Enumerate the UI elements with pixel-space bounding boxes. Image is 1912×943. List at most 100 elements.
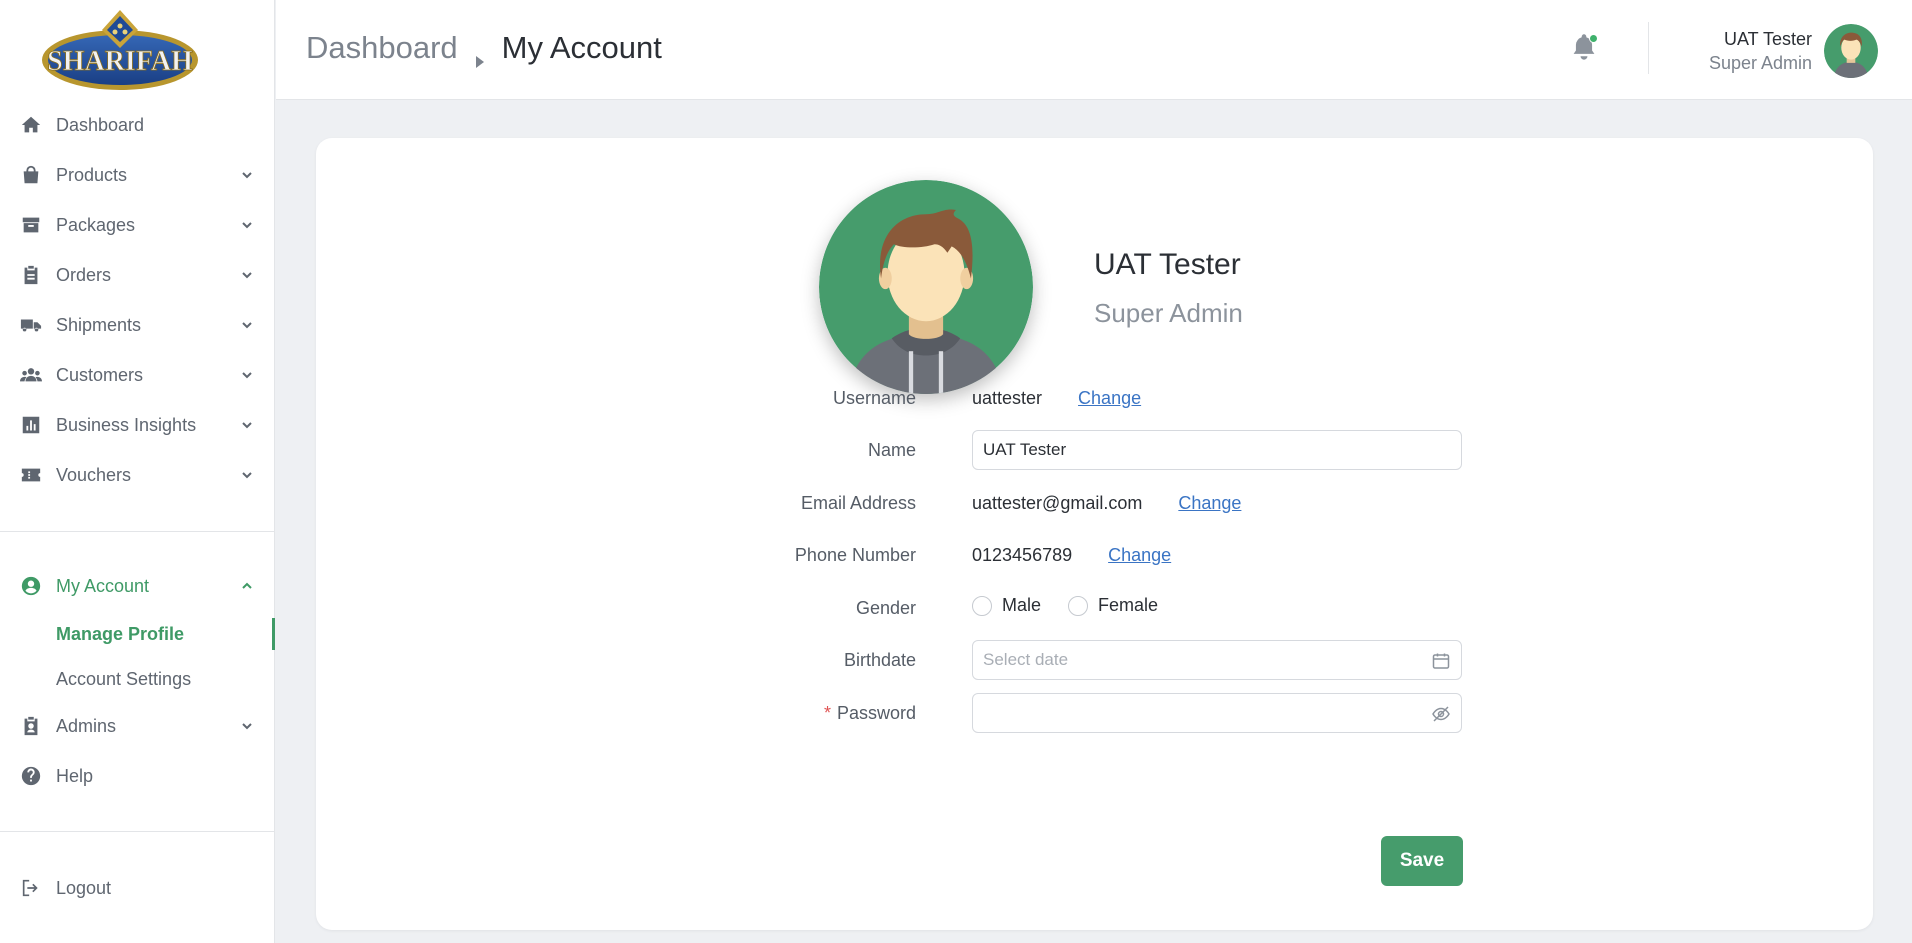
- sidebar-item-my-account[interactable]: My Account: [0, 566, 275, 606]
- email-value-wrap: uattester@gmail.com Change: [972, 493, 1241, 514]
- logo-text: SHARIFAH: [47, 46, 193, 77]
- email-value: uattester@gmail.com: [972, 492, 1143, 513]
- sidebar-item-logout[interactable]: Logout: [0, 868, 275, 908]
- change-username-link[interactable]: Change: [1078, 388, 1141, 408]
- gender-row: Gender Male Female: [316, 588, 1873, 628]
- sidebar-item-label: Logout: [56, 877, 112, 898]
- breadcrumb: Dashboard My Account: [306, 30, 662, 68]
- name-input[interactable]: UAT Tester: [972, 430, 1462, 470]
- sidebar-subitem-label: Manage Profile: [56, 623, 185, 644]
- logout-icon: [20, 877, 42, 899]
- username-value: uattester: [972, 387, 1043, 408]
- radio-circle: [1068, 595, 1089, 616]
- sidebar-item-label: Admins: [56, 715, 117, 736]
- birthdate-row: Birthdate Select date: [316, 640, 1873, 680]
- notification-dot: [1589, 34, 1598, 43]
- gender-label: Gender: [855, 597, 916, 618]
- sidebar-item-label: Products: [56, 164, 128, 185]
- gender-male-radio[interactable]: Male: [972, 595, 1041, 616]
- profile-name: UAT Tester: [1094, 248, 1241, 281]
- gender-options: Male Female: [972, 595, 1180, 621]
- sidebar-item-help[interactable]: Help: [0, 756, 275, 796]
- gender-male-label: Male: [1002, 595, 1042, 616]
- header-user-name: UAT Tester: [1723, 29, 1812, 49]
- chevron-down-icon: [239, 217, 255, 233]
- username-label: Username: [832, 387, 916, 408]
- change-phone-link[interactable]: Change: [1108, 545, 1171, 565]
- sidebar-subitem-account-settings[interactable]: Account Settings: [0, 659, 275, 699]
- notification-bell-button[interactable]: [1570, 32, 1600, 64]
- id-badge-icon: [20, 715, 42, 737]
- chevron-down-icon: [239, 417, 255, 433]
- calendar-icon[interactable]: [1431, 651, 1451, 671]
- header-user-info[interactable]: UAT Tester Super Admin: [1709, 27, 1812, 75]
- breadcrumb-current: My Account: [501, 30, 662, 65]
- sidebar-item-label: Vouchers: [56, 464, 132, 485]
- chevron-down-icon: [239, 317, 255, 333]
- sidebar-item-orders[interactable]: Orders: [0, 255, 275, 295]
- sharifah-logo[interactable]: SHARIFAH: [40, 8, 200, 92]
- sidebar: SHARIFAH Dashboard Products Packages Ord…: [0, 0, 275, 943]
- sidebar-item-business-insights[interactable]: Business Insights: [0, 405, 275, 445]
- chevron-down-icon: [239, 167, 255, 183]
- sidebar-item-label: Dashboard: [56, 114, 145, 135]
- phone-label: Phone Number: [794, 544, 916, 565]
- phone-value-wrap: 0123456789 Change: [972, 545, 1171, 566]
- sidebar-item-packages[interactable]: Packages: [0, 205, 275, 245]
- password-row: * Password: [316, 693, 1873, 733]
- radio-circle: [972, 595, 992, 616]
- chevron-down-icon: [239, 467, 255, 483]
- profile-avatar[interactable]: [819, 180, 1033, 394]
- sidebar-item-customers[interactable]: Customers: [0, 355, 275, 395]
- password-label: Password: [836, 702, 916, 723]
- home-icon: [20, 114, 42, 136]
- sidebar-item-shipments[interactable]: Shipments: [0, 305, 275, 345]
- ticket-icon: [20, 464, 42, 486]
- sidebar-item-label: Customers: [56, 364, 144, 385]
- clipboard-icon: [20, 264, 42, 286]
- chevron-up-icon: [239, 578, 255, 594]
- shopping-bag-icon: [20, 164, 42, 186]
- email-row: Email Address uattester@gmail.com Change: [316, 483, 1873, 523]
- chevron-down-icon: [239, 367, 255, 383]
- birthdate-placeholder: Select date: [983, 650, 1069, 669]
- gender-female-radio[interactable]: Female: [1068, 595, 1158, 616]
- sidebar-item-label: Help: [56, 765, 94, 786]
- birthdate-label: Birthdate: [843, 649, 916, 670]
- profile-card: UAT Tester Super Admin Username uatteste…: [316, 138, 1873, 930]
- password-input[interactable]: [972, 693, 1462, 733]
- eye-slash-icon[interactable]: [1431, 704, 1451, 724]
- change-email-link[interactable]: Change: [1178, 493, 1241, 513]
- phone-row: Phone Number 0123456789 Change: [316, 535, 1873, 575]
- password-label-wrap: * Password: [824, 703, 916, 724]
- email-label: Email Address: [800, 492, 916, 513]
- question-circle-icon: [20, 765, 42, 787]
- phone-value: 0123456789: [972, 544, 1073, 565]
- sidebar-item-label: Packages: [56, 214, 136, 235]
- sidebar-item-label: Shipments: [56, 314, 142, 335]
- header-user-role: Super Admin: [1708, 53, 1812, 73]
- save-button[interactable]: Save: [1381, 836, 1463, 886]
- caret-right-icon: [474, 41, 486, 68]
- sidebar-item-label: Orders: [56, 264, 112, 285]
- sidebar-item-dashboard[interactable]: Dashboard: [0, 105, 275, 145]
- sidebar-item-products[interactable]: Products: [0, 155, 275, 195]
- chart-bar-icon: [20, 414, 42, 436]
- sidebar-subitem-manage-profile[interactable]: Manage Profile: [0, 614, 275, 654]
- chevron-down-icon: [239, 718, 255, 734]
- breadcrumb-dashboard[interactable]: Dashboard: [306, 30, 458, 66]
- sidebar-item-admins[interactable]: Admins: [0, 706, 275, 746]
- sidebar-divider: [0, 831, 275, 832]
- sidebar-item-label: My Account: [56, 575, 150, 596]
- username-row: Username uattester Change: [316, 378, 1873, 418]
- header-divider: [1648, 22, 1649, 74]
- users-icon: [20, 364, 42, 386]
- gender-female-label: Female: [1098, 595, 1159, 616]
- username-value-wrap: uattester Change: [972, 388, 1141, 409]
- sidebar-item-vouchers[interactable]: Vouchers: [0, 455, 275, 495]
- header-avatar[interactable]: [1824, 24, 1878, 78]
- birthdate-input[interactable]: Select date: [972, 640, 1462, 680]
- truck-icon: [20, 314, 42, 336]
- archive-box-icon: [20, 214, 42, 236]
- name-row: Name UAT Tester: [316, 430, 1873, 470]
